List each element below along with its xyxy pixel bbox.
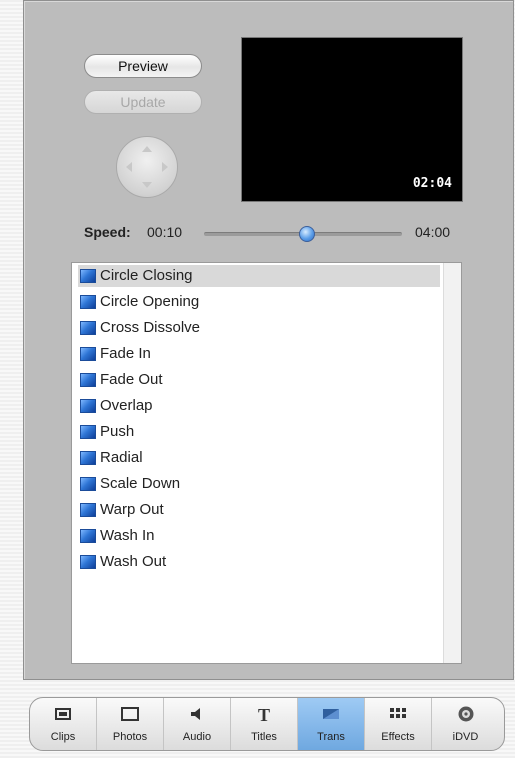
- speed-min: 00:10: [147, 224, 183, 240]
- toolbar-label: Effects: [381, 731, 415, 743]
- transition-item[interactable]: Radial: [78, 447, 440, 469]
- transition-item[interactable]: Cross Dissolve: [78, 317, 440, 339]
- transition-label: Warp Out: [100, 501, 164, 518]
- toolbar-button-clips[interactable]: Clips: [30, 698, 97, 750]
- idvd-icon: [456, 705, 476, 723]
- clips-icon: [53, 705, 73, 723]
- transition-label: Circle Opening: [100, 293, 200, 310]
- transition-item[interactable]: Overlap: [78, 395, 440, 417]
- direction-pad[interactable]: [116, 136, 178, 198]
- transition-label: Fade In: [100, 345, 151, 362]
- photos-icon: [120, 705, 140, 723]
- transition-item[interactable]: Scale Down: [78, 473, 440, 495]
- arrow-right-icon[interactable]: [162, 162, 168, 172]
- transition-thumbnail-icon: [80, 399, 96, 413]
- transition-item[interactable]: Circle Opening: [78, 291, 440, 313]
- transition-thumbnail-icon: [80, 503, 96, 517]
- preview-button[interactable]: Preview: [84, 54, 202, 78]
- arrow-up-icon[interactable]: [142, 146, 152, 152]
- toolbar-button-titles[interactable]: T Titles: [231, 698, 298, 750]
- update-button[interactable]: Update: [84, 90, 202, 114]
- toolbar-label: Photos: [112, 731, 148, 743]
- timecode: 02:04: [412, 176, 452, 191]
- speed-slider-thumb[interactable]: [298, 226, 315, 242]
- transition-thumbnail-icon: [80, 347, 96, 361]
- toolbar-button-effects[interactable]: Effects: [365, 698, 432, 750]
- transition-label: Cross Dissolve: [100, 319, 201, 336]
- toolbar-button-photos[interactable]: Photos: [97, 698, 164, 750]
- svg-text:T: T: [258, 705, 270, 723]
- transition-thumbnail-icon: [80, 373, 96, 387]
- toolbar-label: Audio: [182, 731, 212, 743]
- transition-item[interactable]: Push: [78, 421, 440, 443]
- arrow-left-icon[interactable]: [126, 162, 132, 172]
- transition-thumbnail-icon: [80, 295, 96, 309]
- toolbar-button-trans[interactable]: Trans: [298, 698, 365, 750]
- pane-toolbar: Clips Photos Audio T Titles Trans Effects iDVD: [29, 697, 505, 751]
- transition-thumbnail-icon: [80, 269, 96, 283]
- transition-thumbnail-icon: [80, 425, 96, 439]
- preview-monitor: 02:04: [241, 37, 463, 202]
- transition-label: Circle Closing: [100, 267, 193, 284]
- transitions-icon: [321, 705, 341, 723]
- transition-thumbnail-icon: [80, 555, 96, 569]
- transition-item[interactable]: Wash In: [78, 525, 440, 547]
- list-scrollbar[interactable]: [443, 263, 461, 663]
- toolbar-label: Clips: [50, 731, 76, 743]
- transition-label: Overlap: [100, 397, 153, 414]
- transition-item[interactable]: Fade Out: [78, 369, 440, 391]
- transition-thumbnail-icon: [80, 529, 96, 543]
- toolbar-button-audio[interactable]: Audio: [164, 698, 231, 750]
- toolbar-label: iDVD: [452, 731, 479, 743]
- transition-item[interactable]: Warp Out: [78, 499, 440, 521]
- transition-label: Wash Out: [100, 553, 167, 570]
- toolbar-label: Trans: [317, 731, 345, 743]
- transition-item[interactable]: Circle Closing: [78, 265, 440, 287]
- transition-thumbnail-icon: [80, 451, 96, 465]
- transition-label: Radial: [100, 449, 143, 466]
- transition-label: Scale Down: [100, 475, 181, 492]
- speed-slider[interactable]: [204, 226, 402, 242]
- arrow-down-icon[interactable]: [142, 182, 152, 188]
- speed-max: 04:00: [415, 224, 451, 240]
- transition-label: Wash In: [100, 527, 155, 544]
- toolbar-label: Titles: [251, 731, 277, 743]
- effects-icon: [388, 705, 408, 723]
- transition-thumbnail-icon: [80, 477, 96, 491]
- audio-icon: [187, 705, 207, 723]
- toolbar-button-idvd[interactable]: iDVD: [432, 698, 499, 750]
- speed-label: Speed:: [84, 224, 131, 240]
- transition-label: Fade Out: [100, 371, 163, 388]
- transition-thumbnail-icon: [80, 321, 96, 335]
- transition-item[interactable]: Fade In: [78, 343, 440, 365]
- transition-item[interactable]: Wash Out: [78, 551, 440, 573]
- transition-list[interactable]: Circle Closing Circle Opening Cross Dissol…: [71, 262, 462, 664]
- titles-icon: T: [254, 705, 274, 725]
- transition-label: Push: [100, 423, 135, 440]
